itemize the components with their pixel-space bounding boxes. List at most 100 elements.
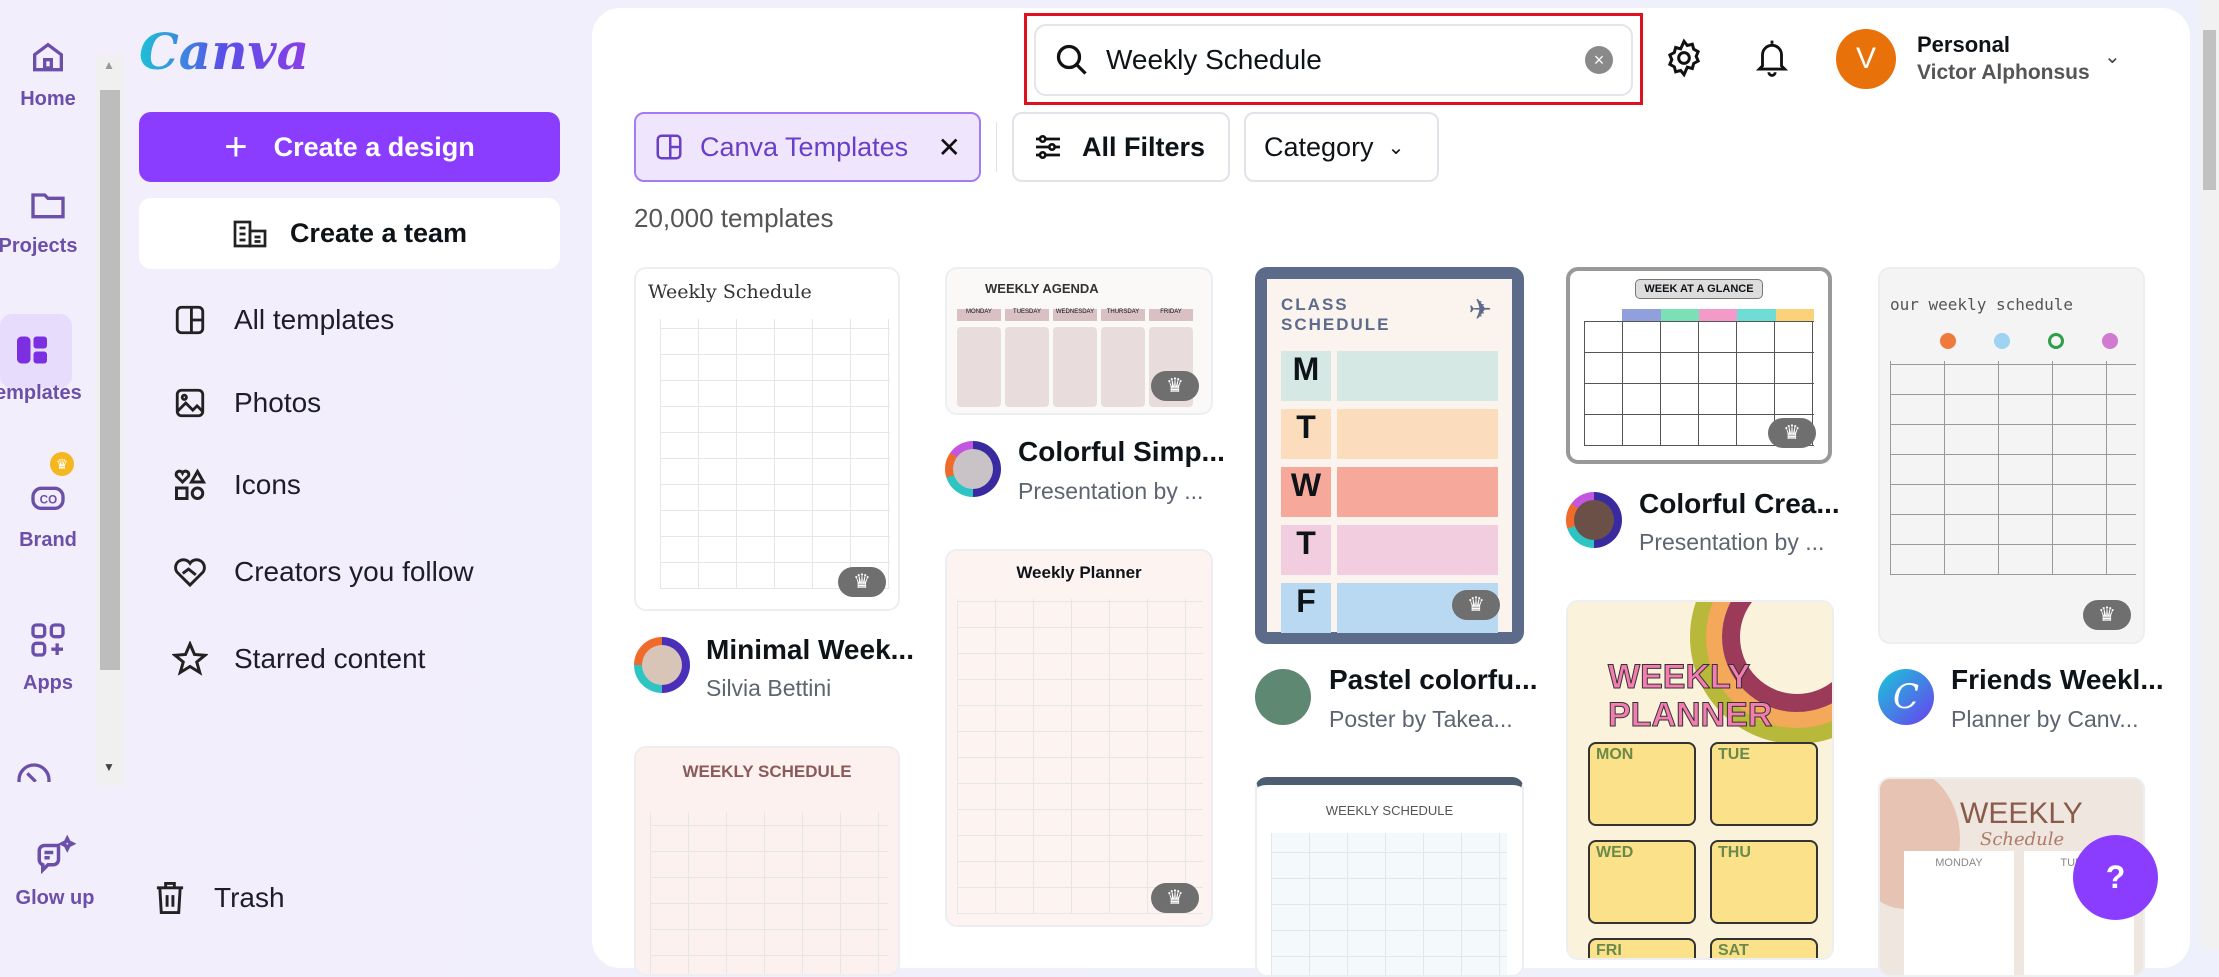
creator-avatar[interactable] [634, 637, 690, 693]
rail-home[interactable]: Home [0, 38, 96, 111]
search-input[interactable]: Weekly Schedule × [1034, 24, 1633, 96]
page-scrollbar[interactable] [2200, 0, 2219, 950]
avatar[interactable]: V [1836, 29, 1896, 89]
panel-item-starred-content[interactable]: Starred content [170, 631, 425, 687]
sliders-icon [1036, 135, 1060, 159]
settings-button[interactable] [1664, 38, 1704, 83]
card-subtitle[interactable]: Presentation by ... [1639, 529, 1824, 556]
thumb-title: CLASS SCHEDULE [1281, 295, 1391, 334]
day-box: FRI [1588, 938, 1696, 958]
rail-projects[interactable]: Projects [0, 185, 96, 258]
schedule-grid [650, 812, 888, 974]
card-title[interactable]: Minimal Week... [706, 634, 914, 666]
template-thumbnail[interactable]: our weekly schedule ♛ [1878, 267, 2145, 644]
card-subtitle[interactable]: Planner by Canv... [1951, 706, 2139, 733]
rail-scrollbar-thumb[interactable] [100, 90, 120, 670]
card-subtitle[interactable]: Silvia Bettini [706, 675, 831, 702]
panel-item-photos[interactable]: Photos [170, 375, 321, 431]
create-team-button[interactable]: Create a team [139, 198, 560, 269]
help-button[interactable]: ? [2073, 835, 2158, 920]
template-thumbnail[interactable]: WEEKLY SCHEDULE [634, 746, 900, 976]
result-count: 20,000 templates [634, 203, 834, 233]
panel-item-label: Photos [234, 387, 322, 418]
rail-templates[interactable]: Templates [0, 330, 96, 405]
day-label: THURSDAY [1101, 309, 1145, 321]
brand-icon: CO [31, 486, 65, 510]
account-type[interactable]: Personal [1917, 32, 2010, 58]
home-icon [33, 42, 63, 72]
card-subtitle[interactable]: Poster by Takea... [1329, 706, 1513, 733]
card-title[interactable]: Friends Weekl... [1951, 664, 2164, 696]
canva-creator-avatar[interactable]: C [1878, 669, 1934, 725]
card-title[interactable]: Colorful Crea... [1639, 488, 1840, 520]
panel-item-label: Trash [214, 882, 285, 913]
rail-label: Home [20, 88, 76, 110]
panel-item-creators-you-follow[interactable]: Creators you follow [170, 544, 474, 600]
notifications-button[interactable] [1753, 36, 1791, 85]
all-filters-button[interactable]: All Filters [1012, 112, 1230, 182]
rail-label: Brand [19, 529, 77, 551]
day-letter: M [1281, 351, 1331, 401]
creator-avatar[interactable] [1566, 492, 1622, 548]
premium-crown-icon: ♛ [1452, 590, 1500, 620]
search-icon [1056, 44, 1087, 75]
image-icon [170, 383, 210, 423]
apps-icon [31, 623, 65, 657]
page-scrollbar-thumb[interactable] [2203, 30, 2216, 190]
day-letter: W [1281, 467, 1331, 517]
chevron-down-icon: ⌄ [1387, 136, 1405, 159]
panel-item-trash[interactable]: Trash [150, 870, 285, 926]
card-title[interactable]: Pastel colorfu... [1329, 664, 1538, 696]
panel-item-label: Creators you follow [234, 556, 474, 587]
canva-templates-chip[interactable]: Canva Templates ✕ [634, 112, 981, 182]
panel-item-label: Starred content [234, 643, 426, 674]
template-thumbnail[interactable]: WEEKLY AGENDA MONDAY TUESDAY WEDNESDAY T… [945, 267, 1213, 415]
card-subtitle[interactable]: Presentation by ... [1018, 478, 1203, 505]
thumb-title: our weekly schedule [1890, 295, 2074, 314]
panel-item-all-templates[interactable]: All templates [170, 292, 394, 348]
thumb-title: WEEKLY SCHEDULE [1325, 803, 1454, 818]
schedule-grid [660, 319, 890, 589]
plus-icon: + [224, 124, 248, 169]
rail-brand[interactable]: CO Brand [0, 475, 96, 552]
rail-apps[interactable]: Apps [0, 620, 96, 695]
day-label: WEDNESDAY [1053, 309, 1097, 321]
template-thumbnail[interactable]: Weekly Planner ♛ [945, 549, 1213, 927]
account-chevron-down-icon[interactable]: ⌄ [2104, 44, 2121, 69]
dashboard-gauge-icon[interactable] [14, 760, 54, 782]
template-thumbnail[interactable]: WEEKLY SCHEDULE [1255, 777, 1524, 977]
thumb-title: WEEK AT A GLANCE [1635, 279, 1763, 299]
premium-crown-icon: ♛ [1151, 883, 1199, 913]
template-thumbnail[interactable]: WEEKLY PLANNER MON TUE WED THU FRI SAT [1566, 600, 1834, 960]
panel-item-icons[interactable]: Icons [170, 457, 301, 513]
remove-chip-icon[interactable]: ✕ [938, 131, 961, 164]
template-thumbnail[interactable]: CLASS SCHEDULE ✈ M T W T F ♛ [1255, 267, 1524, 644]
thumb-title: Weekly Planner [1016, 563, 1142, 582]
template-thumbnail[interactable]: WEEK AT A GLANCE ♛ [1566, 267, 1832, 464]
rail-label: Glow up [15, 887, 95, 909]
create-design-button[interactable]: + Create a design [139, 112, 560, 182]
create-design-label: Create a design [273, 131, 475, 162]
creator-avatar[interactable] [1255, 669, 1311, 725]
glow-up-icon [37, 835, 77, 875]
user-name[interactable]: Victor Alphonsus [1917, 61, 2090, 85]
thumb-title: WEEKLY AGENDA [985, 281, 1099, 296]
scroll-down-arrow-icon[interactable]: ▼ [103, 760, 115, 774]
svg-text:CO: CO [40, 493, 57, 506]
clear-search-icon[interactable]: × [1585, 46, 1613, 74]
day-box: WED [1588, 840, 1696, 924]
thumb-title: Weekly Schedule [648, 281, 812, 303]
rail-glow-up[interactable]: Glow up [0, 835, 110, 910]
scroll-up-arrow-icon[interactable]: ▲ [103, 58, 115, 72]
category-dropdown[interactable]: Category ⌄ [1244, 112, 1439, 182]
day-letter: T [1281, 525, 1331, 575]
day-box: THU [1710, 840, 1818, 924]
creator-avatar[interactable] [945, 441, 1001, 497]
canva-logo[interactable]: Canva [139, 22, 309, 81]
card-title[interactable]: Colorful Simp... [1018, 436, 1225, 468]
bell-icon [1755, 40, 1789, 77]
template-thumbnail[interactable]: Weekly Schedule ♛ [634, 267, 900, 611]
thumb-title: WEEKLY SCHEDULE [682, 762, 852, 781]
day-label: TUESDAY [1005, 309, 1049, 321]
rail-label: Apps [23, 672, 73, 694]
